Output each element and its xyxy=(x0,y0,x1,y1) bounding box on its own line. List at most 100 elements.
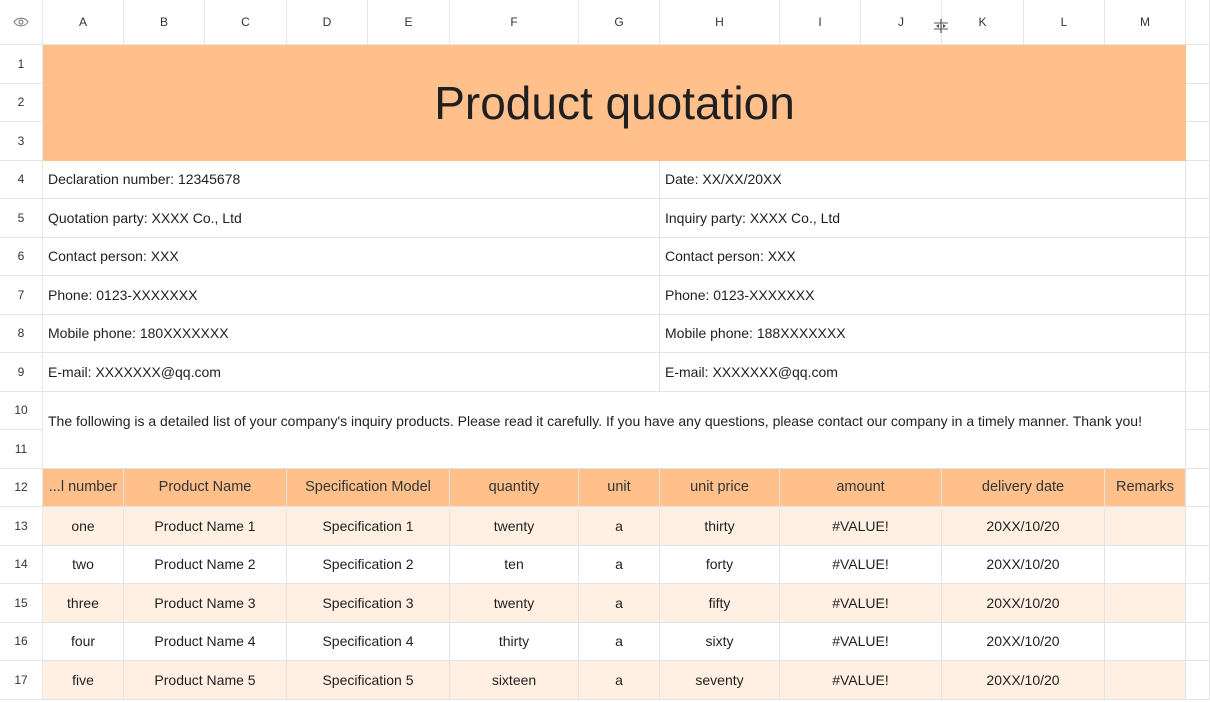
column-header-a[interactable]: A xyxy=(43,0,124,45)
blank-cell[interactable] xyxy=(1186,507,1210,546)
blank-cell[interactable] xyxy=(1186,622,1210,661)
info-left-cell[interactable]: Phone: 0123-XXXXXXX xyxy=(43,276,660,315)
table-header-product-name[interactable]: Product Name xyxy=(124,468,287,507)
row-header-12[interactable]: 12 xyxy=(0,468,43,507)
row-header-13[interactable]: 13 xyxy=(0,507,43,546)
table-cell-amount[interactable]: #VALUE! xyxy=(780,622,942,661)
info-left-cell[interactable]: E-mail: XXXXXXX@qq.com xyxy=(43,353,660,392)
table-cell-serial-number[interactable]: four xyxy=(43,622,124,661)
info-right-cell[interactable]: Inquiry party: XXXX Co., Ltd xyxy=(660,199,1186,238)
info-right-cell[interactable]: Phone: 0123-XXXXXXX xyxy=(660,276,1186,315)
table-cell-remarks[interactable] xyxy=(1105,661,1186,700)
column-header-i[interactable]: I xyxy=(780,0,861,45)
table-header-specification-model[interactable]: Specification Model xyxy=(287,468,450,507)
table-cell-amount[interactable]: #VALUE! xyxy=(780,545,942,584)
table-cell-unit[interactable]: a xyxy=(579,622,660,661)
row-header-17[interactable]: 17 xyxy=(0,661,43,700)
table-header-quantity[interactable]: quantity xyxy=(450,468,579,507)
row-header-3[interactable]: 3 xyxy=(0,122,43,161)
info-right-cell[interactable]: Mobile phone: 188XXXXXXX xyxy=(660,314,1186,353)
blank-cell[interactable] xyxy=(1186,83,1210,122)
table-cell-unit-price[interactable]: thirty xyxy=(660,507,780,546)
table-cell-amount[interactable]: #VALUE! xyxy=(780,661,942,700)
table-cell-amount[interactable]: #VALUE! xyxy=(780,584,942,623)
table-cell-remarks[interactable] xyxy=(1105,545,1186,584)
column-header-c[interactable]: C xyxy=(205,0,287,45)
table-cell-delivery-date[interactable]: 20XX/10/20 xyxy=(942,545,1105,584)
column-header-j[interactable]: J xyxy=(861,0,942,45)
blank-cell[interactable] xyxy=(1186,661,1210,700)
table-cell-specification-model[interactable]: Specification 3 xyxy=(287,584,450,623)
table-cell-delivery-date[interactable]: 20XX/10/20 xyxy=(942,507,1105,546)
table-cell-product-name[interactable]: Product Name 3 xyxy=(124,584,287,623)
table-cell-unit[interactable]: a xyxy=(579,584,660,623)
blank-cell[interactable] xyxy=(1186,584,1210,623)
table-cell-remarks[interactable] xyxy=(1105,584,1186,623)
table-cell-unit[interactable]: a xyxy=(579,545,660,584)
column-header-b[interactable]: B xyxy=(124,0,205,45)
table-cell-specification-model[interactable]: Specification 1 xyxy=(287,507,450,546)
row-header-9[interactable]: 9 xyxy=(0,353,43,392)
spreadsheet[interactable]: A B C D E F G H I J K L M 1 2 3 4 5 6 7 8 9 10 11 12 13 14 15 16 17 Pr… xyxy=(0,0,1210,702)
row-header-14[interactable]: 14 xyxy=(0,545,43,584)
table-cell-product-name[interactable]: Product Name 1 xyxy=(124,507,287,546)
table-header-amount[interactable]: amount xyxy=(780,468,942,507)
table-cell-unit[interactable]: a xyxy=(579,507,660,546)
table-cell-serial-number[interactable]: five xyxy=(43,661,124,700)
info-left-cell[interactable]: Declaration number: 12345678 xyxy=(43,160,660,199)
table-cell-unit-price[interactable]: fifty xyxy=(660,584,780,623)
table-cell-product-name[interactable]: Product Name 2 xyxy=(124,545,287,584)
row-header-10[interactable]: 10 xyxy=(0,391,43,430)
table-cell-unit[interactable]: a xyxy=(579,661,660,700)
blank-cell[interactable] xyxy=(1186,276,1210,315)
column-header-h[interactable]: H xyxy=(660,0,780,45)
row-header-8[interactable]: 8 xyxy=(0,314,43,353)
row-header-2[interactable]: 2 xyxy=(0,83,43,122)
column-header-d[interactable]: D xyxy=(287,0,368,45)
column-header-l[interactable]: L xyxy=(1024,0,1105,45)
row-header-7[interactable]: 7 xyxy=(0,276,43,315)
info-left-cell[interactable]: Mobile phone: 180XXXXXXX xyxy=(43,314,660,353)
blank-cell[interactable] xyxy=(1186,468,1210,507)
table-cell-quantity[interactable]: sixteen xyxy=(450,661,579,700)
page-title[interactable]: Product quotation xyxy=(43,45,1186,161)
table-cell-specification-model[interactable]: Specification 5 xyxy=(287,661,450,700)
table-cell-quantity[interactable]: twenty xyxy=(450,584,579,623)
column-header-f[interactable]: F xyxy=(450,0,579,45)
blank-cell[interactable] xyxy=(1186,45,1210,84)
table-header-serial-number[interactable]: ...l number xyxy=(43,468,124,507)
info-right-cell[interactable]: E-mail: XXXXXXX@qq.com xyxy=(660,353,1186,392)
blank-cell[interactable] xyxy=(1186,430,1210,469)
row-header-1[interactable]: 1 xyxy=(0,45,43,84)
blank-cell[interactable] xyxy=(1186,314,1210,353)
table-cell-serial-number[interactable]: two xyxy=(43,545,124,584)
table-cell-serial-number[interactable]: one xyxy=(43,507,124,546)
column-header-g[interactable]: G xyxy=(579,0,660,45)
row-header-4[interactable]: 4 xyxy=(0,160,43,199)
table-header-remarks[interactable]: Remarks xyxy=(1105,468,1186,507)
table-cell-product-name[interactable]: Product Name 4 xyxy=(124,622,287,661)
row-header-6[interactable]: 6 xyxy=(0,237,43,276)
column-header-e[interactable]: E xyxy=(368,0,450,45)
table-cell-amount[interactable]: #VALUE! xyxy=(780,507,942,546)
table-cell-delivery-date[interactable]: 20XX/10/20 xyxy=(942,622,1105,661)
row-header-11[interactable]: 11 xyxy=(0,430,43,469)
table-cell-delivery-date[interactable]: 20XX/10/20 xyxy=(942,584,1105,623)
table-header-delivery-date[interactable]: delivery date xyxy=(942,468,1105,507)
eye-icon[interactable] xyxy=(0,0,43,45)
table-cell-quantity[interactable]: twenty xyxy=(450,507,579,546)
table-cell-unit-price[interactable]: sixty xyxy=(660,622,780,661)
table-cell-serial-number[interactable]: three xyxy=(43,584,124,623)
blank-cell[interactable] xyxy=(1186,545,1210,584)
column-header-m[interactable]: M xyxy=(1105,0,1186,45)
blank-cell[interactable] xyxy=(1186,237,1210,276)
table-cell-product-name[interactable]: Product Name 5 xyxy=(124,661,287,700)
row-header-15[interactable]: 15 xyxy=(0,584,43,623)
note-text[interactable]: The following is a detailed list of your… xyxy=(43,391,1186,469)
table-cell-remarks[interactable] xyxy=(1105,622,1186,661)
info-right-cell[interactable]: Contact person: XXX xyxy=(660,237,1186,276)
table-cell-specification-model[interactable]: Specification 4 xyxy=(287,622,450,661)
table-cell-quantity[interactable]: ten xyxy=(450,545,579,584)
blank-cell[interactable] xyxy=(1186,122,1210,161)
table-cell-quantity[interactable]: thirty xyxy=(450,622,579,661)
